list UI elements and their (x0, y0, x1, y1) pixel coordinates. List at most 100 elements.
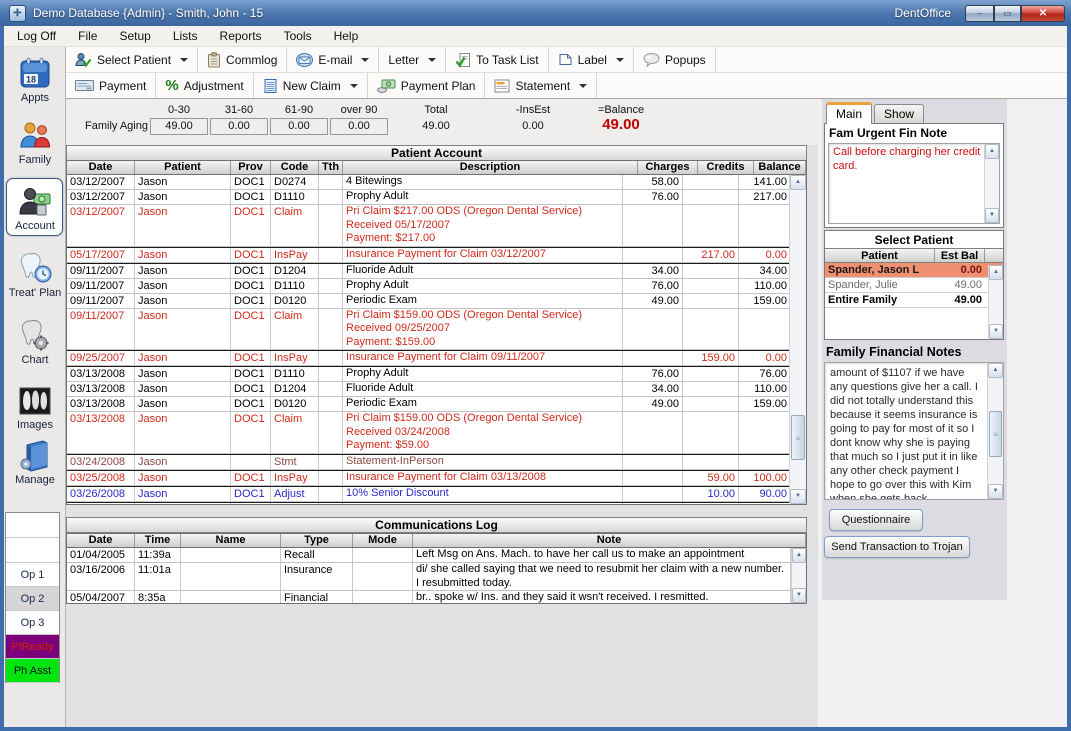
menu-setup[interactable]: Setup (108, 26, 161, 46)
sidebar-item-manage[interactable]: Manage (4, 439, 66, 486)
module-sidebar: 18 Appts Family (4, 47, 66, 727)
scroll-up-icon[interactable]: ▲ (790, 175, 806, 190)
label-icon (558, 52, 573, 67)
send-transaction-trojan-button[interactable]: Send Transaction to Trojan (824, 536, 970, 558)
family-financial-notes-box[interactable]: amount of $1107 if we have any questions… (824, 362, 1004, 500)
scroll-down-icon[interactable]: ▼ (790, 489, 806, 504)
select-patient-row[interactable]: Spander, Julie49.00 (825, 278, 1003, 293)
account-row[interactable]: 03/25/2008JasonDOC1InsPayInsurance Payme… (67, 470, 791, 486)
email-button[interactable]: E-mail (287, 47, 379, 72)
maximize-button[interactable]: ▭ (994, 5, 1021, 22)
fin-notes-scrollbar[interactable]: ▲ ≡ ▼ (987, 363, 1003, 499)
select-patient-row[interactable]: Entire Family49.00 (825, 293, 1003, 308)
commlog-row[interactable]: 01/04/200511:39aRecallLeft Msg on Ans. M… (67, 548, 791, 563)
account-row[interactable]: 03/13/2008JasonDOC1D1204Fluoride Adult34… (67, 382, 791, 397)
chart-icon (17, 319, 53, 353)
account-cell-patient: Jason (135, 351, 231, 365)
to-task-list-button[interactable]: To Task List (446, 47, 548, 72)
account-scrollbar[interactable]: ▲ ≡ ▼ (789, 175, 806, 504)
operatory-item[interactable]: PtReady (6, 635, 59, 659)
scroll-down-icon[interactable]: ▼ (988, 484, 1003, 499)
scroll-up-icon[interactable]: ▲ (989, 265, 1003, 280)
commlog-button[interactable]: Commlog (198, 47, 287, 72)
account-row[interactable]: 03/12/2007JasonDOC1D1110Prophy Adult76.0… (67, 190, 791, 205)
label-button[interactable]: Label (549, 47, 634, 72)
letter-button[interactable]: Letter (379, 47, 446, 72)
tab-show[interactable]: Show (874, 104, 924, 124)
account-cell-credits (683, 367, 739, 381)
commlog-cell-type: Insurance (281, 563, 353, 590)
account-grid-body: 03/12/2007JasonDOC1D02744 Bitewings58.00… (67, 175, 806, 505)
select-patient-scrollbar[interactable]: ▲ ▼ (988, 265, 1003, 339)
commlog-row[interactable]: 05/04/20078:35aFinancialbr.. spoke w/ In… (67, 591, 791, 604)
payment-plan-button[interactable]: Payment Plan (368, 73, 486, 98)
account-row[interactable]: 03/13/2008JasonDOC1ClaimPri Claim $159.0… (67, 412, 791, 454)
tab-main[interactable]: Main (826, 102, 872, 124)
account-row[interactable]: 09/11/2007JasonDOC1D1204Fluoride Adult34… (67, 263, 791, 279)
menu-lists[interactable]: Lists (162, 26, 209, 46)
account-cell-prov: DOC1 (231, 397, 271, 411)
sidebar-item-chart[interactable]: Chart (4, 319, 66, 366)
payment-button[interactable]: Payment (66, 73, 156, 98)
operatory-item[interactable]: Ph Asst (6, 659, 59, 683)
operatory-item-blank[interactable] (6, 538, 59, 563)
statement-button[interactable]: Statement (485, 73, 597, 98)
account-cell-credits (683, 412, 739, 453)
select-patient-row[interactable]: Spander, Jason L0.00 (825, 263, 1003, 278)
account-row[interactable]: 05/17/2007JasonDOC1InsPayInsurance Payme… (67, 247, 791, 263)
description-line: Periodic Exam (346, 294, 619, 308)
scroll-down-icon[interactable]: ▼ (989, 324, 1003, 339)
scroll-up-icon[interactable]: ▲ (985, 144, 999, 159)
menu-file[interactable]: File (67, 26, 108, 46)
fam-note-scrollbar[interactable]: ▲ ▼ (984, 144, 999, 223)
account-cell-tth (319, 248, 343, 262)
account-cell-description: Prophy Adult (343, 279, 623, 293)
menu-tools[interactable]: Tools (273, 26, 323, 46)
operatory-item[interactable]: Op 2 (6, 587, 59, 611)
account-row[interactable]: 03/26/2008JasonDOC1PayCheck #1234 $90.00… (67, 502, 791, 506)
account-row[interactable]: 09/11/2007JasonDOC1D1110Prophy Adult76.0… (67, 279, 791, 294)
questionnaire-button[interactable]: Questionnaire (829, 509, 923, 531)
account-row[interactable]: 03/12/2007JasonDOC1D02744 Bitewings58.00… (67, 175, 791, 190)
scroll-down-icon[interactable]: ▼ (792, 588, 806, 603)
account-row[interactable]: 03/13/2008JasonDOC1D0120Periodic Exam49.… (67, 397, 791, 412)
select-patient-button[interactable]: Select Patient (66, 47, 198, 72)
adjustment-button[interactable]: % Adjustment (156, 73, 253, 98)
scroll-up-icon[interactable]: ▲ (988, 363, 1003, 378)
account-cell-charges: 49.00 (623, 397, 683, 411)
account-row[interactable]: 09/25/2007JasonDOC1InsPayInsurance Payme… (67, 350, 791, 366)
fam-urgent-note-box[interactable]: Call before charging her credit card. ▲ … (828, 143, 1000, 224)
family-icon (17, 119, 53, 153)
commlog-scrollbar[interactable]: ▲ ▼ (791, 548, 806, 603)
close-button[interactable]: ✕ (1021, 5, 1065, 22)
minimize-button[interactable]: – (965, 5, 994, 22)
menu-log-off[interactable]: Log Off (4, 26, 67, 46)
scrollbar-thumb[interactable]: ≡ (791, 415, 805, 460)
new-claim-button[interactable]: New Claim (254, 73, 368, 98)
sidebar-item-family[interactable]: Family (4, 119, 66, 166)
scroll-down-icon[interactable]: ▼ (985, 208, 999, 223)
account-row[interactable]: 03/13/2008JasonDOC1D1110Prophy Adult76.0… (67, 366, 791, 382)
account-cell-charges (623, 351, 683, 365)
account-cell-description: Fluoride Adult (343, 382, 623, 396)
sidebar-item-appts[interactable]: 18 Appts (4, 57, 66, 104)
account-row[interactable]: 09/11/2007JasonDOC1D0120Periodic Exam49.… (67, 294, 791, 309)
account-row[interactable]: 03/26/2008JasonDOC1Adjust10% Senior Disc… (67, 486, 791, 502)
account-cell-tth (319, 279, 343, 293)
commlog-row[interactable]: 03/16/200611:01aInsurancedi/ she called … (67, 563, 791, 591)
menu-reports[interactable]: Reports (209, 26, 273, 46)
operatory-item[interactable]: Op 3 (6, 611, 59, 635)
account-row[interactable]: 09/11/2007JasonDOC1ClaimPri Claim $159.0… (67, 309, 791, 351)
operatory-item-blank[interactable] (6, 513, 59, 538)
sidebar-item-account[interactable]: Account (4, 185, 66, 232)
menu-help[interactable]: Help (323, 26, 370, 46)
scroll-up-icon[interactable]: ▲ (792, 548, 806, 563)
account-row[interactable]: 03/12/2007JasonDOC1ClaimPri Claim $217.0… (67, 205, 791, 247)
scrollbar-thumb[interactable]: ≡ (989, 411, 1002, 457)
images-icon (17, 384, 53, 418)
account-row[interactable]: 03/24/2008JasonStmtStatement-InPerson (67, 454, 791, 470)
sidebar-item-treat-plan[interactable]: Treat' Plan (4, 252, 66, 299)
popups-button[interactable]: Popups (634, 47, 716, 72)
sidebar-item-images[interactable]: Images (4, 384, 66, 431)
operatory-item[interactable]: Op 1 (6, 563, 59, 587)
